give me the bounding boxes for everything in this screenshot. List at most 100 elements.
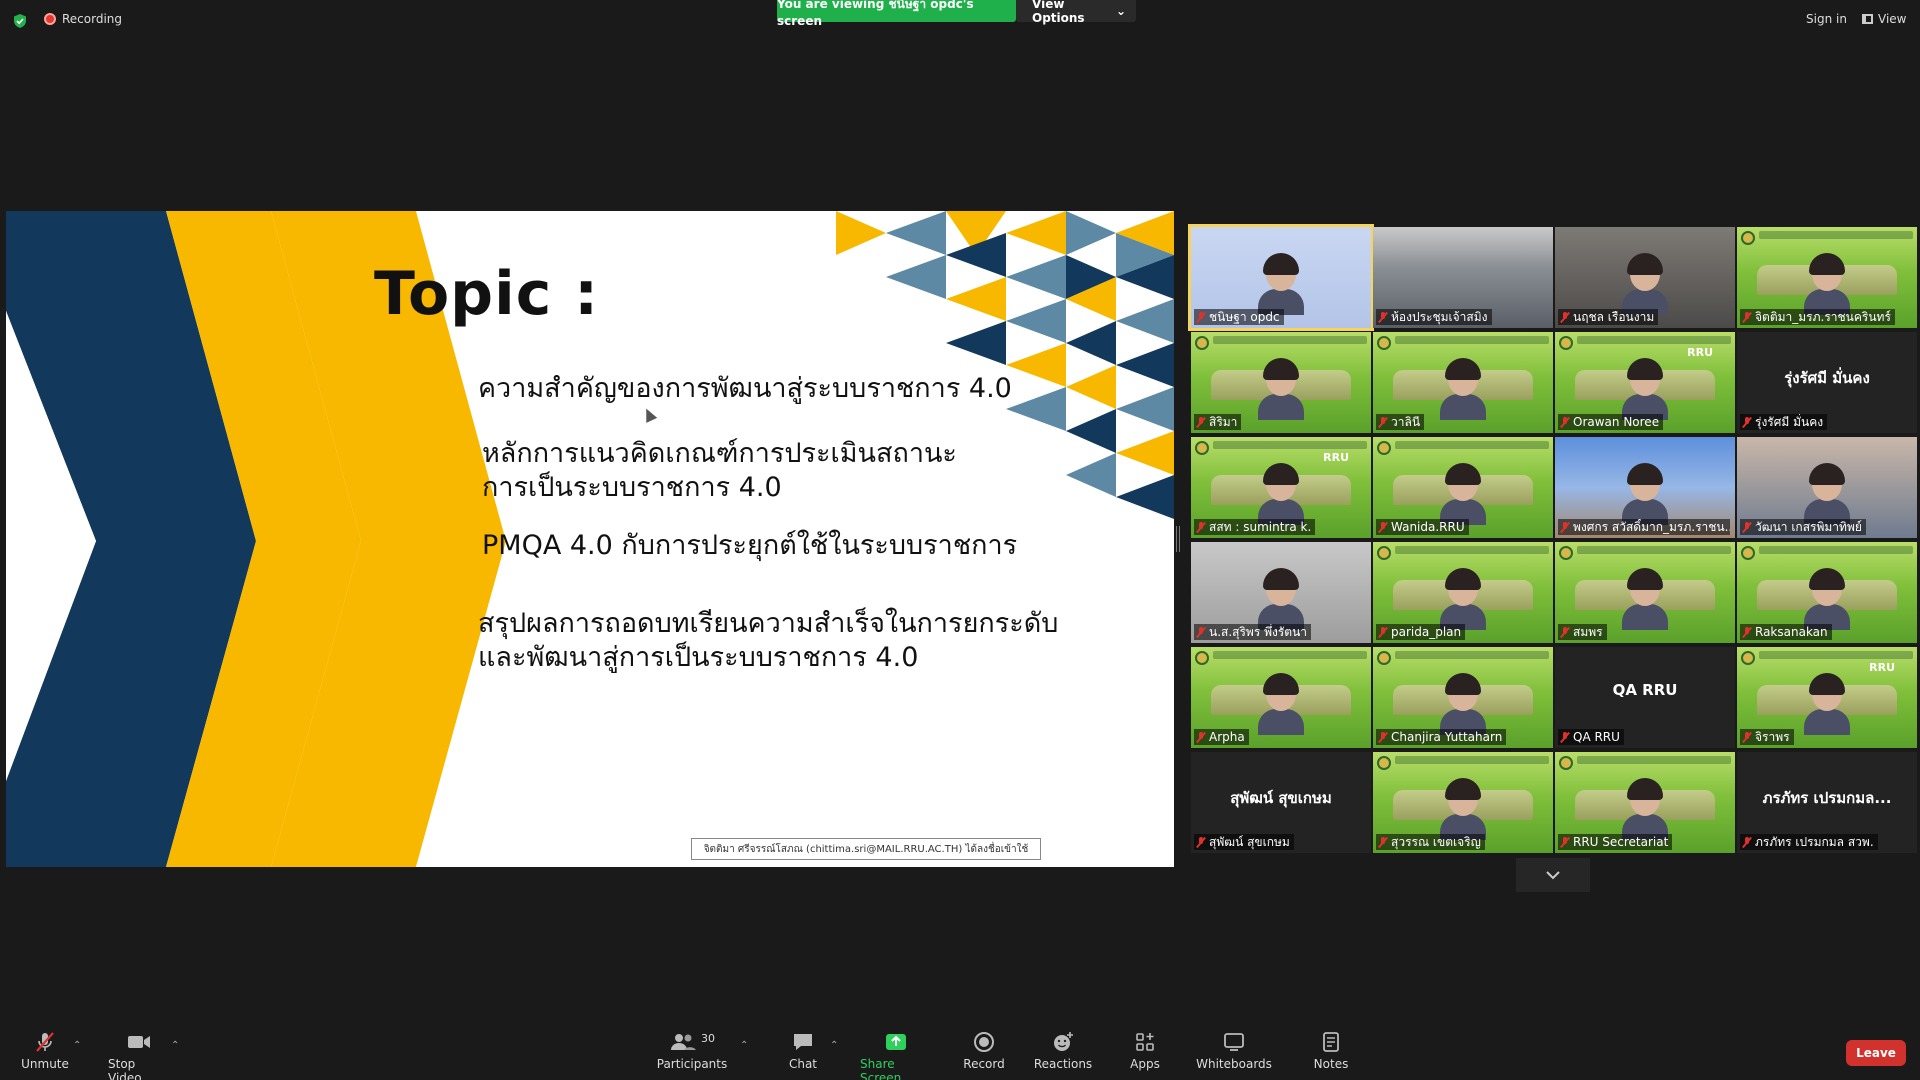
participant-tile[interactable]: RRU สสท : sumintra k. <box>1191 437 1371 538</box>
audio-options-caret[interactable]: ⌃ <box>73 1040 83 1051</box>
participant-tile[interactable]: พงศกร สวัสดิ์มาก_มรภ.ราชน... <box>1555 437 1735 538</box>
annotation-note: จิตติมา ศรีจรรณ์โสภณ (chittima.sri@MAIL.… <box>691 838 1041 860</box>
background-tag: RRU <box>1869 661 1895 674</box>
chat-options-caret[interactable]: ⌃ <box>830 1040 840 1051</box>
participant-video-person <box>1440 778 1486 840</box>
whiteboards-label: Whiteboards <box>1196 1057 1272 1071</box>
participant-name: ภรภัทร เปรมกมล สวพ. <box>1755 835 1874 849</box>
participant-name-label: วาลินี <box>1376 414 1425 430</box>
mic-muted-icon <box>1196 416 1206 428</box>
whiteboards-button[interactable]: Whiteboards <box>1196 1030 1272 1078</box>
participant-name-label: QA RRU <box>1558 729 1624 745</box>
share-screen-button[interactable]: Share Screen <box>860 1030 932 1080</box>
participant-tile[interactable]: นฤชล เรือนงาม <box>1555 227 1735 328</box>
participant-tile[interactable]: ห้องประชุมเจ้าสมิง <box>1373 227 1553 328</box>
background-banner <box>1213 441 1367 449</box>
participant-name: RRU Secretariat <box>1573 835 1669 849</box>
shield-icon[interactable] <box>12 13 28 29</box>
participants-options-caret[interactable]: ⌃ <box>740 1040 750 1051</box>
participant-name-label: RRU Secretariat <box>1558 834 1673 850</box>
notes-label: Notes <box>1313 1057 1349 1071</box>
recording-label: Recording <box>62 12 123 26</box>
participant-tile[interactable]: สุวรรณ เขตเจริญ <box>1373 752 1553 853</box>
view-options-button[interactable]: View Options ⌄ <box>1016 0 1136 25</box>
viewing-banner: You are viewing ชนิษฐา opdc's screen <box>777 0 1016 28</box>
participant-name-label: สุวรรณ เขตเจริญ <box>1376 834 1485 850</box>
participants-button[interactable]: 30 Participants <box>656 1030 728 1078</box>
university-logo-icon <box>1559 336 1573 350</box>
mic-muted-icon <box>1378 416 1388 428</box>
video-options-caret[interactable]: ⌃ <box>171 1040 181 1051</box>
participant-video-person <box>1804 253 1850 315</box>
apps-button[interactable]: Apps <box>1130 1030 1160 1078</box>
apps-label: Apps <box>1130 1057 1160 1071</box>
background-banner <box>1577 336 1731 344</box>
participant-name-label: Orawan Noree <box>1558 414 1664 430</box>
participant-tile[interactable]: RRU Secretariat <box>1555 752 1735 853</box>
participant-tile[interactable]: สิริมา <box>1191 332 1371 433</box>
mic-muted-icon <box>1742 626 1752 638</box>
university-logo-icon <box>1377 756 1391 770</box>
background-banner <box>1395 336 1549 344</box>
participant-name-label: สสท : sumintra k. <box>1194 519 1316 535</box>
participant-name: Wanida.RRU <box>1391 520 1465 534</box>
participant-name-label: วัฒนา เกสรพิมาทิพย์ <box>1740 519 1866 535</box>
participant-name-label: parida_plan <box>1376 624 1466 640</box>
participant-name-label: ห้องประชุมเจ้าสมิง <box>1376 309 1492 325</box>
participant-tile[interactable]: Raksanakan <box>1737 542 1917 643</box>
stop-video-button[interactable]: Stop Video <box>108 1030 170 1080</box>
participant-tile[interactable]: สุพัฒน์ สุขเกษม สุพัฒน์ สุขเกษม <box>1191 752 1371 853</box>
notes-button[interactable]: Notes <box>1314 1030 1348 1078</box>
participant-name: สุพัฒน์ สุขเกษม <box>1209 835 1290 849</box>
record-label: Record <box>963 1057 1005 1071</box>
chat-button[interactable]: Chat <box>788 1030 818 1078</box>
participant-name-label: Raksanakan <box>1740 624 1832 640</box>
background-banner <box>1577 546 1731 554</box>
background-tag: RRU <box>1687 346 1713 359</box>
participant-tile[interactable]: สมพร <box>1555 542 1735 643</box>
participant-name-label: จิตติมา_มรภ.ราชนครินทร์ <box>1740 309 1895 325</box>
participant-display-name: สุพัฒน์ สุขเกษม <box>1230 789 1332 807</box>
notes-icon <box>1319 1030 1343 1054</box>
view-label: View <box>1878 12 1907 26</box>
participant-name-label: Arpha <box>1194 729 1249 745</box>
participant-tile[interactable]: จิตติมา_มรภ.ราชนครินทร์ <box>1737 227 1917 328</box>
participant-tile[interactable]: วาลินี <box>1373 332 1553 433</box>
mic-muted-icon <box>1196 626 1206 638</box>
record-icon <box>972 1030 996 1054</box>
slide-topic-1: ความสำคัญของการพัฒนาสู่ระบบราชการ 4.0 <box>478 373 1012 404</box>
mic-muted-icon <box>1196 731 1206 743</box>
background-banner <box>1213 651 1367 659</box>
participant-tile[interactable]: QA RRU QA RRU <box>1555 647 1735 748</box>
participant-tile[interactable]: parida_plan <box>1373 542 1553 643</box>
record-button[interactable]: Record <box>963 1030 1005 1078</box>
participant-tile[interactable]: รุ่งรัศมี มั่นคง รุ่งรัศมี มั่นคง <box>1737 332 1917 433</box>
sign-in-button[interactable]: Sign in <box>1806 12 1847 26</box>
participant-tile[interactable]: ชนิษฐา opdc <box>1188 224 1374 331</box>
gallery-next-page-button[interactable] <box>1516 858 1590 892</box>
unmute-button[interactable]: Unmute <box>21 1030 69 1078</box>
slide-topic-4a: สรุปผลการถอดบทเรียนความสำเร็จในการยกระดั… <box>478 608 1059 639</box>
participant-tile[interactable]: วัฒนา เกสรพิมาทิพย์ <box>1737 437 1917 538</box>
university-logo-icon <box>1377 546 1391 560</box>
participant-tile[interactable]: น.ส.สุริพร พึ่งรัตนา <box>1191 542 1371 643</box>
participants-icon: 30 <box>669 1030 715 1054</box>
view-button[interactable]: View <box>1862 12 1906 26</box>
participant-tile[interactable]: Wanida.RRU <box>1373 437 1553 538</box>
meeting-toolbar: Unmute ⌃ Stop Video ⌃ 30 Participants ⌃ … <box>0 1020 1920 1080</box>
video-camera-icon <box>126 1030 152 1054</box>
leave-button[interactable]: Leave <box>1846 1040 1906 1066</box>
reactions-button[interactable]: Reactions <box>1034 1030 1092 1078</box>
participant-tile[interactable]: RRU Orawan Noree <box>1555 332 1735 433</box>
split-divider-handle[interactable] <box>1176 526 1180 552</box>
participant-tile[interactable]: Chanjira Yuttaharn <box>1373 647 1553 748</box>
participant-video-person <box>1258 673 1304 735</box>
background-banner <box>1759 231 1913 239</box>
participant-name-label: จิราพร <box>1740 729 1794 745</box>
university-logo-icon <box>1741 546 1755 560</box>
participant-tile[interactable]: ภรภัทร เปรมกมล... ภรภัทร เปรมกมล สวพ. <box>1737 752 1917 853</box>
participant-name: น.ส.สุริพร พึ่งรัตนา <box>1209 625 1308 639</box>
recording-indicator[interactable]: Recording <box>44 12 122 26</box>
participant-tile[interactable]: RRU จิราพร <box>1737 647 1917 748</box>
participant-tile[interactable]: Arpha <box>1191 647 1371 748</box>
